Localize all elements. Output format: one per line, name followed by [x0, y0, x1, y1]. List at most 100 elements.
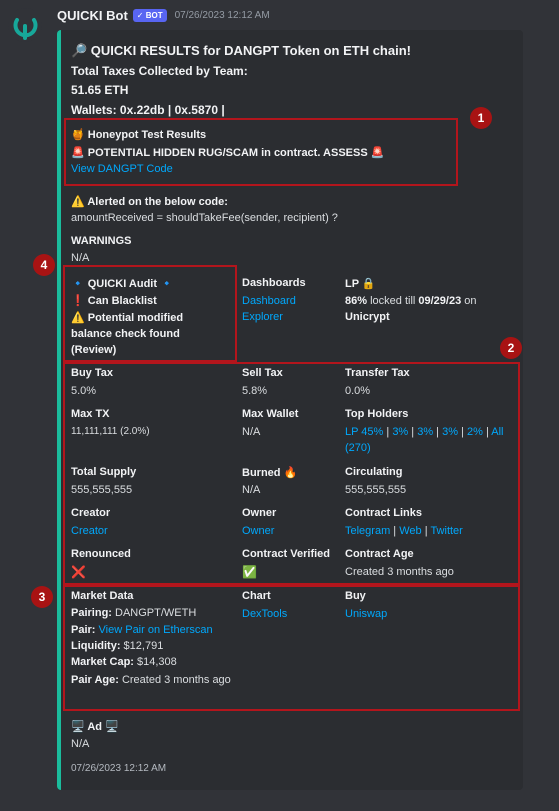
audit-balance-check: ⚠️ Potential modified balance check foun… [71, 312, 184, 356]
cross-mark-icon: ❌ [71, 565, 86, 579]
pair-etherscan-link[interactable]: View Pair on Etherscan [99, 624, 213, 636]
market-data-label: Market Data [71, 590, 134, 602]
twitter-link[interactable]: Twitter [430, 525, 462, 537]
separator: | [458, 426, 467, 438]
contract-links-label: Contract Links [345, 507, 423, 519]
lp-platform: Unicrypt [345, 311, 390, 323]
burned-label: Burned 🔥 [242, 467, 298, 479]
warnings-value: N/A [71, 252, 90, 264]
lp-lock-line: 86% locked till 09/29/23 on [345, 295, 477, 307]
annotation-badge-4: 4 [33, 254, 55, 276]
taxes-value: 51.65 ETH [71, 83, 129, 97]
contract-links: Telegram | Web | Twitter [345, 525, 463, 537]
results-embed: 🔎 QUICKI RESULTS for DANGPT Token on ETH… [57, 30, 523, 790]
lp-on-text: on [461, 295, 477, 307]
separator: | [408, 426, 418, 438]
holder-4-link[interactable]: 2% [467, 426, 483, 438]
pairing-line: Pairing: DANGPT/WETH [71, 607, 196, 619]
total-supply-value: 555,555,555 [71, 484, 133, 496]
pair-label: Pair: [71, 624, 96, 636]
pair-age-label: Pair Age: [71, 674, 119, 686]
market-cap-label: Market Cap: [71, 656, 134, 668]
alert-title: ⚠️ Alerted on the below code: [71, 196, 228, 208]
max-tx-value: 11,111,111 (2.0%) [71, 426, 150, 437]
creator-link[interactable]: Creator [71, 525, 108, 537]
pair-line: Pair: View Pair on Etherscan [71, 624, 213, 636]
market-cap-line: Market Cap: $14,308 [71, 656, 177, 668]
transfer-tax-label: Transfer Tax [345, 367, 410, 379]
buy-tax-label: Buy Tax [71, 367, 113, 379]
quicki-logo-icon [13, 18, 38, 40]
max-tx-label: Max TX [71, 408, 110, 420]
creator-label: Creator [71, 507, 111, 519]
liquidity-label: Liquidity: [71, 640, 121, 652]
lp-locked-text: locked till [367, 295, 419, 307]
buy-tax-value: 5.0% [71, 385, 97, 397]
burned-value: N/A [242, 484, 261, 496]
message-header: QUICKI Bot ✓ BOT 07/26/2023 12:12 AM [57, 6, 270, 24]
bot-avatar[interactable] [8, 8, 42, 42]
check-mark-icon: ✅ [242, 565, 257, 579]
pair-age-line: Pair Age: Created 3 months ago [71, 672, 236, 688]
embed-title: 🔎 QUICKI RESULTS for DANGPT Token on ETH… [71, 43, 411, 58]
top-holders-links: LP 45% | 3% | 3% | 3% | 2% | All [345, 426, 504, 438]
contract-age-value: Created 3 months ago [345, 566, 454, 578]
lp-percent: 86% [345, 295, 368, 307]
dashboards-label: Dashboards [242, 277, 306, 289]
telegram-link[interactable]: Telegram [345, 525, 390, 537]
holder-1-link[interactable]: 3% [392, 426, 408, 438]
chart-label: Chart [242, 590, 271, 602]
honeypot-warning: 🚨 POTENTIAL HIDDEN RUG/SCAM in contract.… [71, 147, 385, 159]
annotation-badge-2: 2 [500, 337, 522, 359]
wallets-line: Wallets: 0x.22db | 0x.5870 | [71, 103, 225, 117]
top-holders-label: Top Holders [345, 408, 409, 420]
sell-tax-label: Sell Tax [242, 367, 283, 379]
web-link[interactable]: Web [399, 525, 421, 537]
ad-label: 🖥️ Ad 🖥️ [71, 721, 119, 733]
owner-label: Owner [242, 507, 277, 519]
contract-verified-label: Contract Verified [242, 548, 331, 560]
separator: | [433, 426, 443, 438]
holder-3-link[interactable]: 3% [442, 426, 458, 438]
max-wallet-value: N/A [242, 426, 261, 438]
warnings-label: WARNINGS [71, 235, 132, 247]
embed-footer-timestamp: 07/26/2023 12:12 AM [71, 763, 167, 774]
sell-tax-value: 5.8% [242, 385, 268, 397]
transfer-tax-value: 0.0% [345, 385, 371, 397]
lp-lock-date: 09/29/23 [418, 295, 462, 307]
separator: | [383, 426, 393, 438]
liquidity-line: Liquidity: $12,791 [71, 640, 163, 652]
circulating-label: Circulating [345, 466, 403, 478]
pairing-value: DANGPT/WETH [111, 607, 197, 619]
all-holders-count-link[interactable]: (270) [345, 442, 371, 454]
circulating-value: 555,555,555 [345, 484, 407, 496]
dashboard-link[interactable]: Dashboard [242, 295, 296, 307]
alert-code: amountReceived = shouldTakeFee(sender, r… [71, 212, 338, 224]
contract-age-label: Contract Age [345, 548, 414, 560]
annotation-badge-1: 1 [470, 107, 492, 129]
total-supply-label: Total Supply [71, 466, 137, 478]
holder-2-link[interactable]: 3% [417, 426, 433, 438]
audit-title: 🔹 QUICKI Audit 🔹 [71, 278, 174, 290]
taxes-label: Total Taxes Collected by Team: [71, 64, 248, 78]
explorer-link[interactable]: Explorer [242, 311, 283, 323]
bot-tag: ✓ BOT [132, 8, 167, 22]
separator: | [482, 426, 492, 438]
holder-lp-link[interactable]: LP 45% [345, 426, 383, 438]
view-code-link[interactable]: View DANGPT Code [71, 163, 173, 175]
ad-value: N/A [71, 738, 90, 750]
annotation-badge-3: 3 [31, 586, 53, 608]
liquidity-value: $12,791 [120, 640, 164, 652]
pair-age-value: Created 3 months ago [118, 674, 231, 686]
pairing-label: Pairing: [71, 607, 112, 619]
uniswap-link[interactable]: Uniswap [345, 608, 387, 620]
message-timestamp: 07/26/2023 12:12 AM [174, 9, 270, 21]
bot-username[interactable]: QUICKI Bot [57, 8, 128, 23]
honeypot-title: 🍯 Honeypot Test Results [71, 129, 207, 141]
lp-label: LP 🔒 [345, 278, 376, 290]
separator: | [390, 525, 400, 537]
all-holders-link[interactable]: All [491, 426, 503, 438]
owner-link[interactable]: Owner [242, 525, 274, 537]
renounced-label: Renounced [71, 548, 131, 560]
dextools-link[interactable]: DexTools [242, 608, 287, 620]
